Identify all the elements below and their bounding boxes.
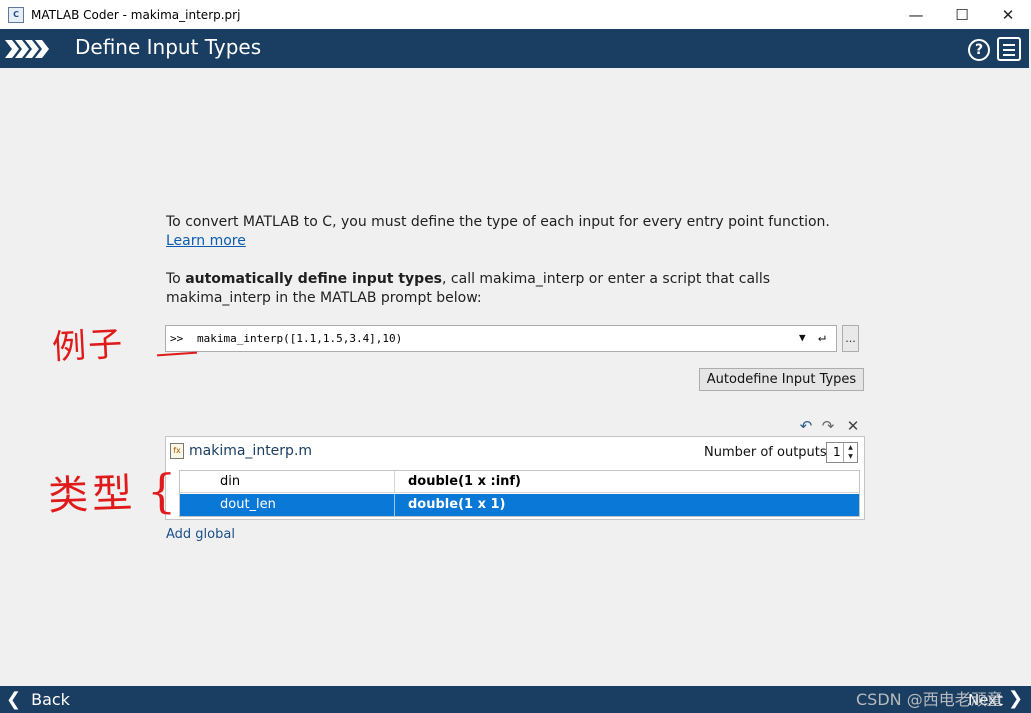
annotation-example: 例子 (51, 324, 126, 368)
entry-point-panel: fx makima_interp.m Number of outputs: 1 … (165, 436, 865, 520)
back-arrow-icon: ❮ (6, 689, 22, 710)
input-type[interactable]: double(1 x 1) (395, 494, 505, 516)
tools-icon[interactable]: ✕ (844, 417, 862, 435)
menu-icon[interactable] (997, 37, 1021, 61)
workflow-chevrons-icon (5, 40, 49, 58)
entry-point-file-name: makima_interp.m (189, 443, 313, 459)
history-dropdown-icon[interactable]: ▼ (799, 331, 806, 344)
auto-prefix: To (166, 271, 186, 287)
intro-text: To convert MATLAB to C, you must define … (166, 213, 866, 251)
window-title: MATLAB Coder - makima_interp.prj (31, 7, 241, 22)
learn-more-link[interactable]: Learn more (166, 233, 246, 249)
help-icon[interactable]: ? (968, 39, 990, 61)
enter-icon[interactable]: ↵ (818, 330, 826, 345)
auto-bold: automatically define input types (185, 271, 443, 287)
close-button[interactable]: ✕ (985, 0, 1031, 29)
table-row-selected[interactable]: dout_len double(1 x 1) (180, 494, 859, 516)
annotation-brace: { (147, 464, 177, 518)
browse-script-button[interactable]: ... (842, 325, 859, 352)
minimize-button[interactable]: — (893, 0, 939, 29)
input-name: din (180, 471, 395, 492)
input-type[interactable]: double(1 x :inf) (395, 471, 521, 492)
outputs-value[interactable]: 1 (833, 445, 841, 459)
matlab-prompt-input[interactable]: >> makima_interp([1.1,1.5,3.4],10) ▼ ↵ (165, 325, 837, 352)
back-label: Back (31, 690, 70, 709)
annotation-types: 类型 (47, 470, 137, 520)
page-header: Define Input Types ? (0, 29, 1029, 68)
number-of-outputs-label: Number of outputs: (704, 445, 832, 460)
page-title: Define Input Types (75, 35, 262, 59)
window-titlebar: C MATLAB Coder - makima_interp.prj — ☐ ✕ (0, 0, 1031, 29)
autodefine-input-types-button[interactable]: Autodefine Input Types (699, 368, 864, 391)
back-button[interactable]: ❮ Back (6, 689, 70, 710)
next-arrow-icon[interactable]: ❯ (1008, 688, 1023, 709)
input-types-table: din double(1 x :inf) dout_len double(1 x… (179, 470, 860, 517)
prompt-command-text[interactable]: makima_interp([1.1,1.5,3.4],10) (197, 332, 402, 345)
undo-icon[interactable]: ↶ (797, 417, 815, 435)
annotation-underline (156, 351, 198, 357)
prompt-symbol: >> (170, 332, 184, 345)
redo-icon[interactable]: ↷ (819, 417, 837, 435)
add-global-link[interactable]: Add global (166, 527, 235, 542)
intro-sentence: To convert MATLAB to C, you must define … (166, 214, 830, 230)
input-name: dout_len (180, 494, 395, 516)
watermark: CSDN @西电老顽童 (856, 690, 1003, 709)
matlab-file-icon: fx (170, 443, 184, 459)
matlab-coder-icon: C (8, 6, 24, 23)
maximize-button[interactable]: ☐ (939, 0, 985, 29)
auto-define-text: To automatically define input types, cal… (166, 270, 866, 308)
spinner-arrows-icon[interactable]: ▲ ▼ (843, 443, 857, 462)
number-of-outputs-spinner[interactable]: 1 ▲ ▼ (826, 442, 858, 463)
window-controls: — ☐ ✕ (893, 0, 1031, 29)
table-row[interactable]: din double(1 x :inf) (180, 471, 859, 493)
